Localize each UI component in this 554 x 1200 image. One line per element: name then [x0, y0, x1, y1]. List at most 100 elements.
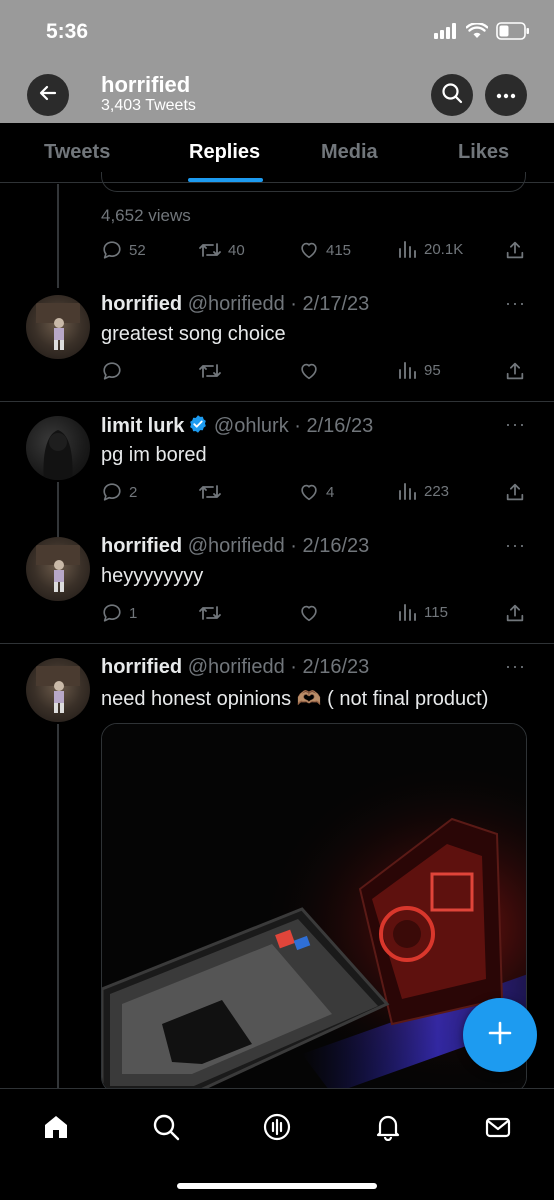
- tweet-text: need honest opinions 🫶🏽 ( not final prod…: [101, 688, 489, 710]
- thread-line: [57, 724, 59, 1088]
- retweet-button[interactable]: [198, 360, 228, 382]
- tweet-more-button[interactable]: ···: [505, 293, 526, 314]
- display-name[interactable]: horrified: [101, 293, 182, 315]
- reply-button[interactable]: [101, 360, 129, 382]
- tweet-date[interactable]: 2/16/23: [307, 415, 374, 437]
- meta-separator: ·: [290, 293, 297, 315]
- analytics-icon: [399, 483, 416, 500]
- like-button[interactable]: [298, 602, 326, 624]
- home-indicator[interactable]: [177, 1183, 377, 1189]
- nav-messages[interactable]: [478, 1107, 518, 1147]
- ellipsis-icon: [496, 86, 516, 104]
- tweet-date[interactable]: 2/17/23: [303, 293, 370, 315]
- search-icon: [441, 82, 463, 109]
- heart-icon: [301, 363, 317, 380]
- spaces-icon: [263, 1113, 291, 1141]
- tweet-actions: 2 4 223: [101, 481, 531, 505]
- analytics-icon: [399, 362, 416, 379]
- tweet-more-button[interactable]: ···: [505, 414, 526, 435]
- handle[interactable]: @horifiedd: [188, 656, 285, 678]
- avatar[interactable]: [26, 537, 90, 601]
- heart-icon: [301, 484, 317, 501]
- avatar[interactable]: [26, 658, 90, 722]
- nav-notifications[interactable]: [368, 1107, 408, 1147]
- back-button[interactable]: [27, 74, 69, 116]
- reply-button[interactable]: 52: [101, 239, 146, 261]
- tweet-more-button[interactable]: ···: [505, 656, 526, 677]
- plus-icon: [487, 1020, 513, 1051]
- share-button[interactable]: [504, 360, 526, 382]
- retweet-button[interactable]: 40: [198, 239, 245, 261]
- views-button[interactable]: 223: [398, 481, 449, 501]
- tweet-text: pg im bored: [101, 444, 207, 466]
- display-name[interactable]: horrified: [101, 535, 182, 557]
- heart-icon: [301, 242, 317, 259]
- reply-button[interactable]: 1: [101, 602, 137, 624]
- handle[interactable]: @horifiedd: [188, 535, 285, 557]
- more-options-button[interactable]: [485, 74, 527, 116]
- analytics-icon: [399, 604, 416, 621]
- share-button[interactable]: [504, 602, 526, 624]
- meta-separator: ·: [290, 656, 297, 678]
- tweet-date[interactable]: 2/16/23: [303, 535, 370, 557]
- display-name[interactable]: limit lurk: [101, 415, 184, 437]
- nav-spaces[interactable]: [257, 1107, 297, 1147]
- like-button[interactable]: 415: [298, 239, 351, 261]
- bell-icon: [376, 1115, 400, 1141]
- views-count: 223: [424, 482, 450, 500]
- signal-icon: [434, 23, 458, 44]
- divider: [0, 643, 554, 644]
- tweet-header: horrified @horifiedd · 2/17/23: [101, 293, 369, 316]
- tweet-actions: 95: [101, 360, 531, 384]
- tweet-count: 3,403 Tweets: [101, 97, 196, 114]
- tab-likes[interactable]: Likes: [458, 141, 509, 164]
- views-button[interactable]: 20.1K: [398, 239, 463, 259]
- profile-name: horrified: [101, 72, 191, 97]
- like-button[interactable]: 4: [298, 481, 334, 503]
- search-button[interactable]: [431, 74, 473, 116]
- reply-button[interactable]: 2: [101, 481, 137, 503]
- views-button[interactable]: 115: [398, 602, 448, 622]
- views-count: 95: [424, 361, 441, 379]
- share-icon: [506, 604, 524, 622]
- arrow-left-icon: [38, 83, 58, 108]
- display-name[interactable]: horrified: [101, 656, 182, 678]
- reply-icon: [103, 483, 121, 501]
- tab-tweets[interactable]: Tweets: [44, 141, 110, 164]
- meta-separator: ·: [290, 535, 297, 557]
- share-button[interactable]: [504, 481, 526, 503]
- tab-replies[interactable]: Replies: [189, 141, 260, 164]
- views-button[interactable]: 95: [398, 360, 441, 380]
- nav-home[interactable]: [36, 1107, 76, 1147]
- retweet-icon: [199, 606, 221, 620]
- tweet-text: heyyyyyyyy: [101, 565, 204, 587]
- avatar[interactable]: [26, 295, 90, 359]
- view-count-text: 4,652 views: [101, 206, 191, 225]
- retweet-button[interactable]: [198, 602, 228, 624]
- tweet-more-button[interactable]: ···: [505, 535, 526, 556]
- retweet-button[interactable]: [198, 481, 228, 503]
- like-button[interactable]: [298, 360, 326, 382]
- quoted-card-edge: [101, 172, 526, 192]
- retweet-icon: [199, 364, 221, 378]
- compose-tweet-button[interactable]: [463, 998, 537, 1072]
- tweet-header: horrified @horifiedd · 2/16/23: [101, 656, 369, 679]
- tab-media[interactable]: Media: [321, 141, 378, 164]
- reply-icon: [103, 362, 121, 380]
- thread-line: [57, 184, 59, 288]
- nav-search[interactable]: [146, 1107, 186, 1147]
- handle[interactable]: @ohlurk: [214, 415, 289, 437]
- tweet-header: horrified @horifiedd · 2/16/23: [101, 535, 369, 558]
- tweet-actions: 1 115: [101, 602, 531, 626]
- search-icon: [153, 1114, 180, 1141]
- retweet-count: 40: [228, 241, 245, 259]
- tweet-text: greatest song choice: [101, 323, 286, 345]
- status-icons: [434, 22, 530, 45]
- avatar[interactable]: [26, 416, 90, 480]
- reply-icon: [103, 604, 121, 622]
- share-icon: [506, 362, 524, 380]
- share-button[interactable]: [504, 239, 526, 261]
- thread-line: [57, 482, 59, 538]
- tweet-date[interactable]: 2/16/23: [303, 656, 370, 678]
- handle[interactable]: @horifiedd: [188, 293, 285, 315]
